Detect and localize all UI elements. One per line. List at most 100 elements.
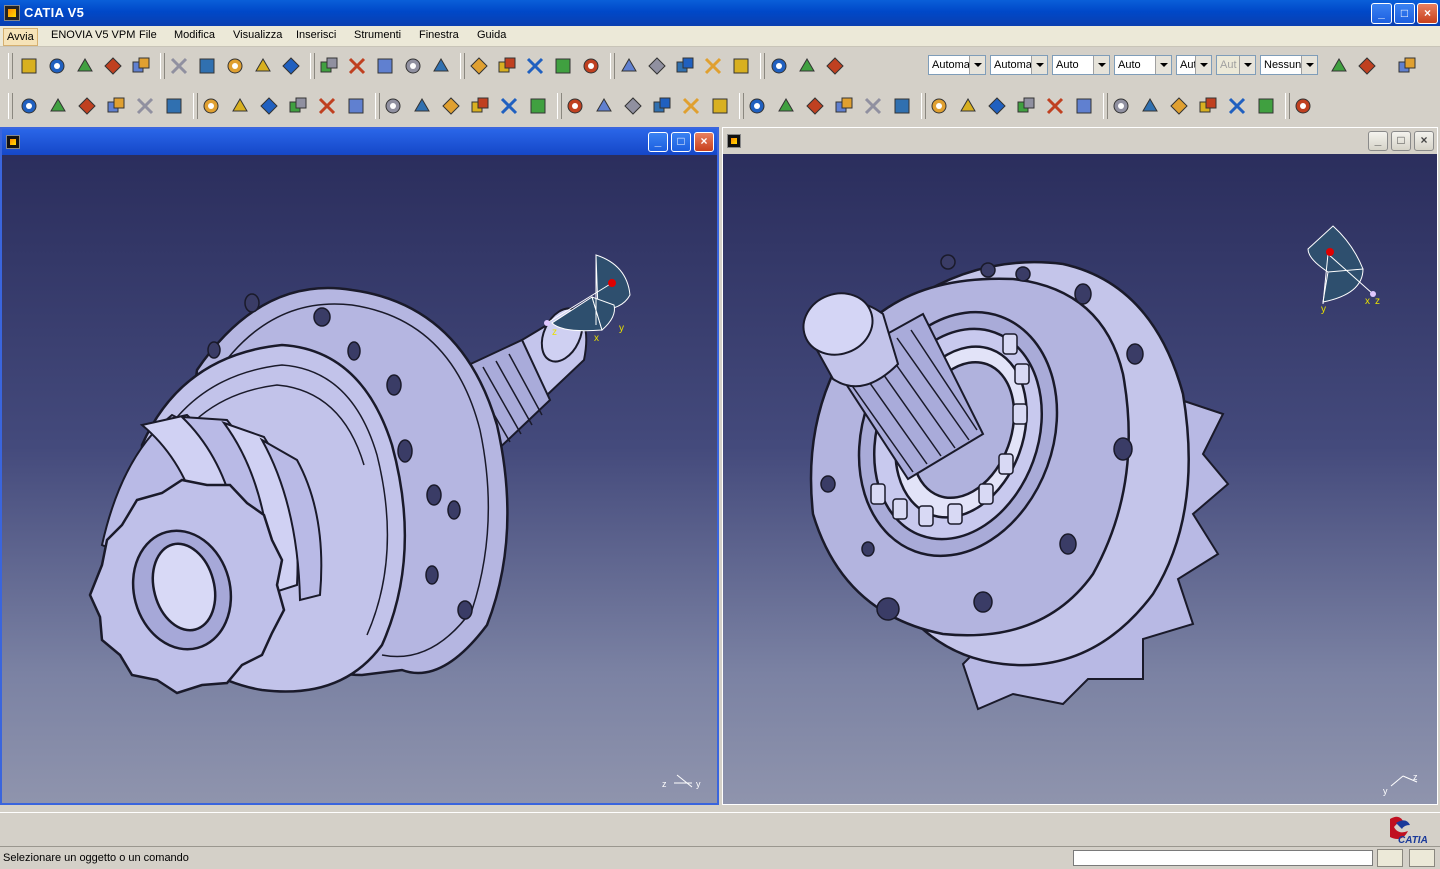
style-combo-4[interactable]: Aut — [1176, 55, 1212, 75]
restore-button[interactable]: □ — [1394, 3, 1415, 24]
style-combo-2[interactable]: Auto — [1052, 55, 1110, 75]
catalog-icon[interactable] — [74, 55, 96, 77]
command-list-button[interactable] — [1377, 849, 1403, 867]
formula-icon[interactable] — [1168, 95, 1190, 117]
split-icon[interactable] — [746, 95, 768, 117]
pattern-icon[interactable] — [928, 95, 950, 117]
differential-model-right[interactable]: y x z y z — [723, 154, 1437, 804]
axis-system-icon[interactable] — [1139, 95, 1161, 117]
manikin-icon[interactable] — [102, 55, 124, 77]
menu-inserisci[interactable]: Inserisci — [296, 29, 336, 41]
style-combo-1[interactable]: Automa — [990, 55, 1048, 75]
menu-file[interactable]: File — [139, 29, 157, 41]
chevron-down-icon[interactable] — [1239, 56, 1255, 74]
toolbar-handle[interactable] — [8, 93, 13, 119]
thickness-icon[interactable] — [651, 95, 673, 117]
toolbar-handle[interactable] — [610, 53, 615, 79]
whats-this-icon[interactable] — [430, 55, 452, 77]
slot-icon[interactable] — [411, 95, 433, 117]
catia-app-icon[interactable] — [4, 5, 20, 21]
constraint-icon[interactable] — [134, 95, 156, 117]
stiffener-icon[interactable] — [440, 95, 462, 117]
chevron-down-icon[interactable] — [1195, 56, 1211, 74]
doc-close-button[interactable]: × — [694, 132, 714, 152]
catalog-browser-icon[interactable] — [1197, 95, 1219, 117]
translate-icon[interactable] — [862, 95, 884, 117]
shaft-icon[interactable] — [287, 95, 309, 117]
toolbar-handle[interactable] — [739, 93, 744, 119]
menu-enovia[interactable]: ENOVIA V5 VPM — [51, 29, 135, 41]
shell-icon[interactable] — [622, 95, 644, 117]
iso-view-icon[interactable] — [730, 55, 752, 77]
hole-icon[interactable] — [345, 95, 367, 117]
menu-avvia[interactable]: Avvia — [3, 28, 38, 46]
3d-viewport-left[interactable]: z x y z y — [2, 155, 717, 803]
menu-finestra[interactable]: Finestra — [419, 29, 459, 41]
document-title-bar[interactable]: _ □ × — [723, 128, 1437, 154]
line-icon[interactable] — [1015, 95, 1037, 117]
zoom-in-icon[interactable] — [618, 55, 640, 77]
close-surface-icon[interactable] — [804, 95, 826, 117]
doc-minimize-button[interactable]: _ — [648, 132, 668, 152]
fit-all-icon[interactable] — [524, 55, 546, 77]
plane-icon[interactable] — [1044, 95, 1066, 117]
rib-icon[interactable] — [382, 95, 404, 117]
doc-close-button[interactable]: × — [1414, 131, 1434, 151]
fly-mode-icon[interactable] — [496, 55, 518, 77]
edge-fillet-icon[interactable] — [527, 95, 549, 117]
toolbar-handle[interactable] — [1103, 93, 1108, 119]
save-icon[interactable] — [224, 55, 246, 77]
thread-icon[interactable] — [680, 95, 702, 117]
style-combo-3[interactable]: Auto — [1114, 55, 1172, 75]
compass-widget[interactable]: z x y — [544, 254, 631, 344]
minimize-button[interactable]: _ — [1371, 3, 1392, 24]
painter-icon[interactable] — [1328, 55, 1350, 77]
chevron-down-icon[interactable] — [969, 56, 985, 74]
update-icon[interactable] — [1073, 95, 1095, 117]
multi-view-icon[interactable] — [702, 55, 724, 77]
layers-icon[interactable] — [1396, 55, 1418, 77]
copy-icon[interactable] — [318, 55, 340, 77]
toolbar-handle[interactable] — [8, 53, 13, 79]
document-window-right[interactable]: _ □ × y x z y z — [722, 127, 1438, 805]
sensor-icon[interactable] — [1226, 95, 1248, 117]
loft-icon[interactable] — [469, 95, 491, 117]
redo-icon[interactable] — [402, 55, 424, 77]
menu-visualizza[interactable]: Visualizza — [233, 29, 282, 41]
document-title-bar[interactable]: _ □ × — [2, 129, 717, 155]
new-icon[interactable] — [168, 55, 190, 77]
chamfer-icon[interactable] — [564, 95, 586, 117]
toolbar-handle[interactable] — [160, 53, 165, 79]
chevron-down-icon[interactable] — [1301, 56, 1317, 74]
document-window-left[interactable]: _ □ × z x y z y — [0, 127, 719, 805]
compass-widget[interactable]: y x z — [1307, 225, 1380, 315]
style-combo-0[interactable]: Automa — [928, 55, 986, 75]
menu-strumenti[interactable]: Strumenti — [354, 29, 401, 41]
doc-minimize-button[interactable]: _ — [1368, 131, 1388, 151]
shading-icon[interactable] — [768, 55, 790, 77]
sew-surface-icon[interactable] — [833, 95, 855, 117]
style-combo-6[interactable]: Nessunc — [1260, 55, 1318, 75]
camera-icon[interactable] — [468, 55, 490, 77]
menu-guida[interactable]: Guida — [477, 29, 506, 41]
toolbar-handle[interactable] — [460, 53, 465, 79]
close-button[interactable]: × — [1417, 3, 1438, 24]
product-icon[interactable] — [6, 135, 20, 149]
toolbar-handle[interactable] — [557, 93, 562, 119]
rotate-icon[interactable] — [580, 55, 602, 77]
manikin-group-icon[interactable] — [130, 55, 152, 77]
product-icon[interactable] — [727, 134, 741, 148]
scale-icon[interactable] — [957, 95, 979, 117]
reframe-icon[interactable] — [1110, 95, 1132, 117]
differential-model-left[interactable]: z x y z y — [2, 155, 717, 803]
chevron-down-icon[interactable] — [1155, 56, 1171, 74]
groove-icon[interactable] — [316, 95, 338, 117]
undo-icon[interactable] — [374, 55, 396, 77]
law-icon[interactable] — [1255, 95, 1277, 117]
draft-icon[interactable] — [593, 95, 615, 117]
normal-view-icon[interactable] — [674, 55, 696, 77]
zoom-out-icon[interactable] — [646, 55, 668, 77]
toolbar-handle[interactable] — [375, 93, 380, 119]
bottle-icon[interactable] — [163, 95, 185, 117]
pan-icon[interactable] — [552, 55, 574, 77]
